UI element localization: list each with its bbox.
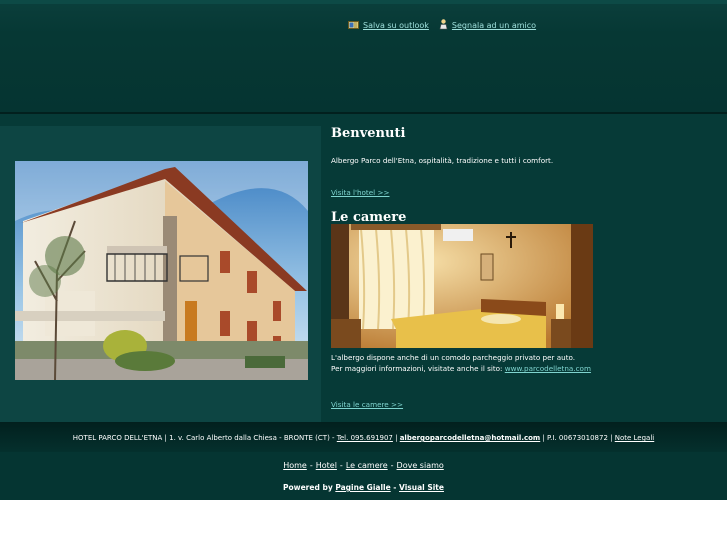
rooms-info-prefix: Per maggiori informazioni, visitate anch… (331, 364, 505, 373)
rooms-text-info: Per maggiori informazioni, visitate anch… (331, 363, 591, 374)
pagine-gialle-link[interactable]: Pagine Gialle (335, 483, 390, 492)
footer-address: HOTEL PARCO DELL'ETNA | 1. v. Carlo Albe… (72, 434, 337, 442)
nav-separator: - (339, 461, 343, 470)
header: Salva su outlook Segnala ad un amico (0, 0, 727, 114)
footer-contact-bar: HOTEL PARCO DELL'ETNA | 1. v. Carlo Albe… (0, 422, 727, 452)
save-outlook-link[interactable]: Salva su outlook (363, 21, 429, 30)
main-content: Benvenuti Albergo Parco dell'Etna, ospit… (0, 114, 727, 422)
nav-separator: - (390, 461, 394, 470)
email-link[interactable]: albergoparcodelletna@hotmail.com (400, 434, 541, 442)
nav-home[interactable]: Home (283, 461, 307, 470)
room-photo (331, 224, 593, 348)
footer-nav: Home - Hotel - Le camere - Dove siamo (0, 461, 727, 470)
header-links: Salva su outlook Segnala ad un amico (348, 19, 536, 32)
powered-sep: - (390, 483, 400, 492)
hotel-photo (15, 161, 308, 380)
outlook-save-icon (348, 20, 359, 31)
footer-nav-area: Home - Hotel - Le camere - Dove siamo Powered … (0, 452, 727, 500)
nav-location[interactable]: Dove siamo (397, 461, 444, 470)
visit-hotel-link[interactable]: Visita l'hotel >> (331, 188, 390, 197)
website: Salva su outlook Segnala ad un amico Ben… (0, 0, 727, 500)
left-panel (0, 126, 321, 422)
intro-title: Benvenuti (331, 126, 406, 141)
tell-friend-icon (439, 19, 448, 32)
powered-by: Powered by Pagine Gialle - Visual Site (0, 483, 727, 492)
nav-separator: - (309, 461, 313, 470)
footer-piva: | P.I. 00673010872 | (540, 434, 615, 442)
powered-prefix: Powered by (283, 483, 336, 492)
footer-sep: | (392, 434, 400, 442)
phone-link[interactable]: Tel. 095.691907 (337, 434, 393, 442)
rooms-text-parking: L'albergo dispone anche di un comodo par… (331, 353, 576, 362)
nav-hotel[interactable]: Hotel (316, 461, 337, 470)
website-link[interactable]: www.parcodelletna.com (505, 364, 591, 373)
nav-rooms[interactable]: Le camere (346, 461, 388, 470)
legal-notes-link[interactable]: Note Legali (615, 434, 655, 442)
visual-site-link[interactable]: Visual Site (399, 483, 444, 492)
rooms-title: Le camere (331, 210, 407, 225)
intro-text: Albergo Parco dell'Etna, ospitalità, tra… (331, 156, 554, 165)
visit-rooms-link[interactable]: Visita le camere >> (331, 400, 403, 409)
header-top-band (0, 0, 727, 4)
tell-friend-link[interactable]: Segnala ad un amico (452, 21, 536, 30)
